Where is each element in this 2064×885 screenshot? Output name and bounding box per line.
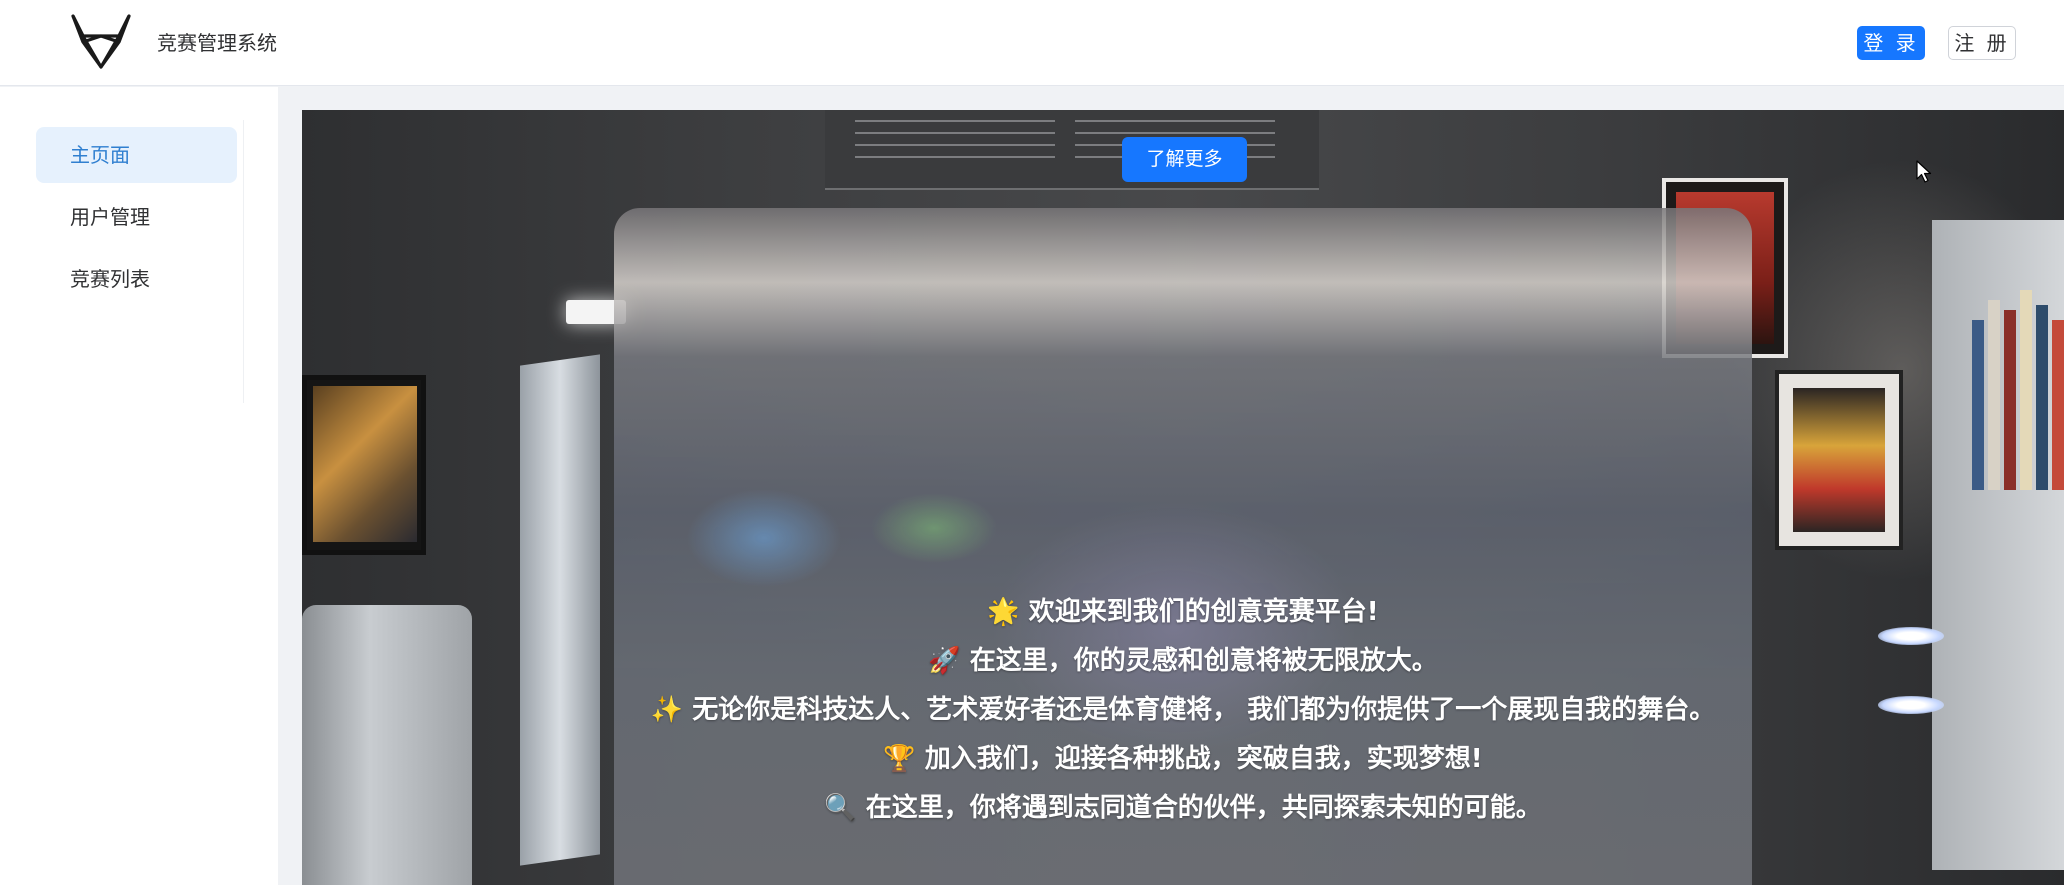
welcome-line: 🔍 在这里，你将遇到志同道合的伙伴，共同探索未知的可能。 [824, 793, 1542, 823]
sidebar: 主页面 用户管理 竞赛列表 [0, 87, 278, 885]
sidebar-item-competition-list[interactable]: 竞赛列表 [36, 251, 237, 307]
welcome-line: 🌟 欢迎来到我们的创意竞赛平台! [987, 597, 1379, 627]
rocket-icon: 🚀 [928, 646, 961, 676]
hero-banner: 了解更多 🌟 欢迎来到我们的创意竞赛平台! 🚀 在这里，你的灵感和创意将被无限放… [302, 110, 2064, 885]
top-header: 竞赛管理系统 登 录 注 册 [0, 0, 2064, 86]
logo-icon[interactable] [69, 12, 133, 70]
sidebar-divider [243, 120, 244, 403]
sidebar-item-home[interactable]: 主页面 [36, 127, 237, 183]
magnifier-icon: 🔍 [824, 793, 857, 823]
background-window [520, 354, 600, 866]
background-cabinet [302, 605, 472, 885]
background-poster [1775, 370, 1903, 550]
register-button[interactable]: 注 册 [1948, 26, 2016, 60]
welcome-line: 🏆 加入我们，迎接各种挑战，突破自我，实现梦想! [883, 744, 1483, 774]
background-light [1878, 627, 1944, 645]
app-title: 竞赛管理系统 [157, 31, 277, 55]
login-button[interactable]: 登 录 [1857, 26, 1925, 60]
welcome-line: ✨ 无论你是科技达人、艺术爱好者还是体育健将， 我们都为你提供了一个展现自我的舞… [650, 695, 1716, 725]
mouse-pointer-icon [1916, 160, 1932, 183]
sidebar-item-user-management[interactable]: 用户管理 [36, 189, 237, 245]
background-bookshelf [1932, 220, 2064, 870]
welcome-line: 🚀 在这里，你的灵感和创意将被无限放大。 [928, 646, 1438, 676]
learn-more-button[interactable]: 了解更多 [1122, 137, 1247, 182]
sparkles-icon: ✨ [650, 695, 684, 725]
star-icon: 🌟 [987, 597, 1020, 627]
background-monitor [302, 375, 426, 555]
welcome-text: 🌟 欢迎来到我们的创意竞赛平台! 🚀 在这里，你的灵感和创意将被无限放大。 ✨ … [632, 588, 1734, 833]
trophy-icon: 🏆 [883, 744, 916, 774]
background-light [1878, 696, 1944, 714]
